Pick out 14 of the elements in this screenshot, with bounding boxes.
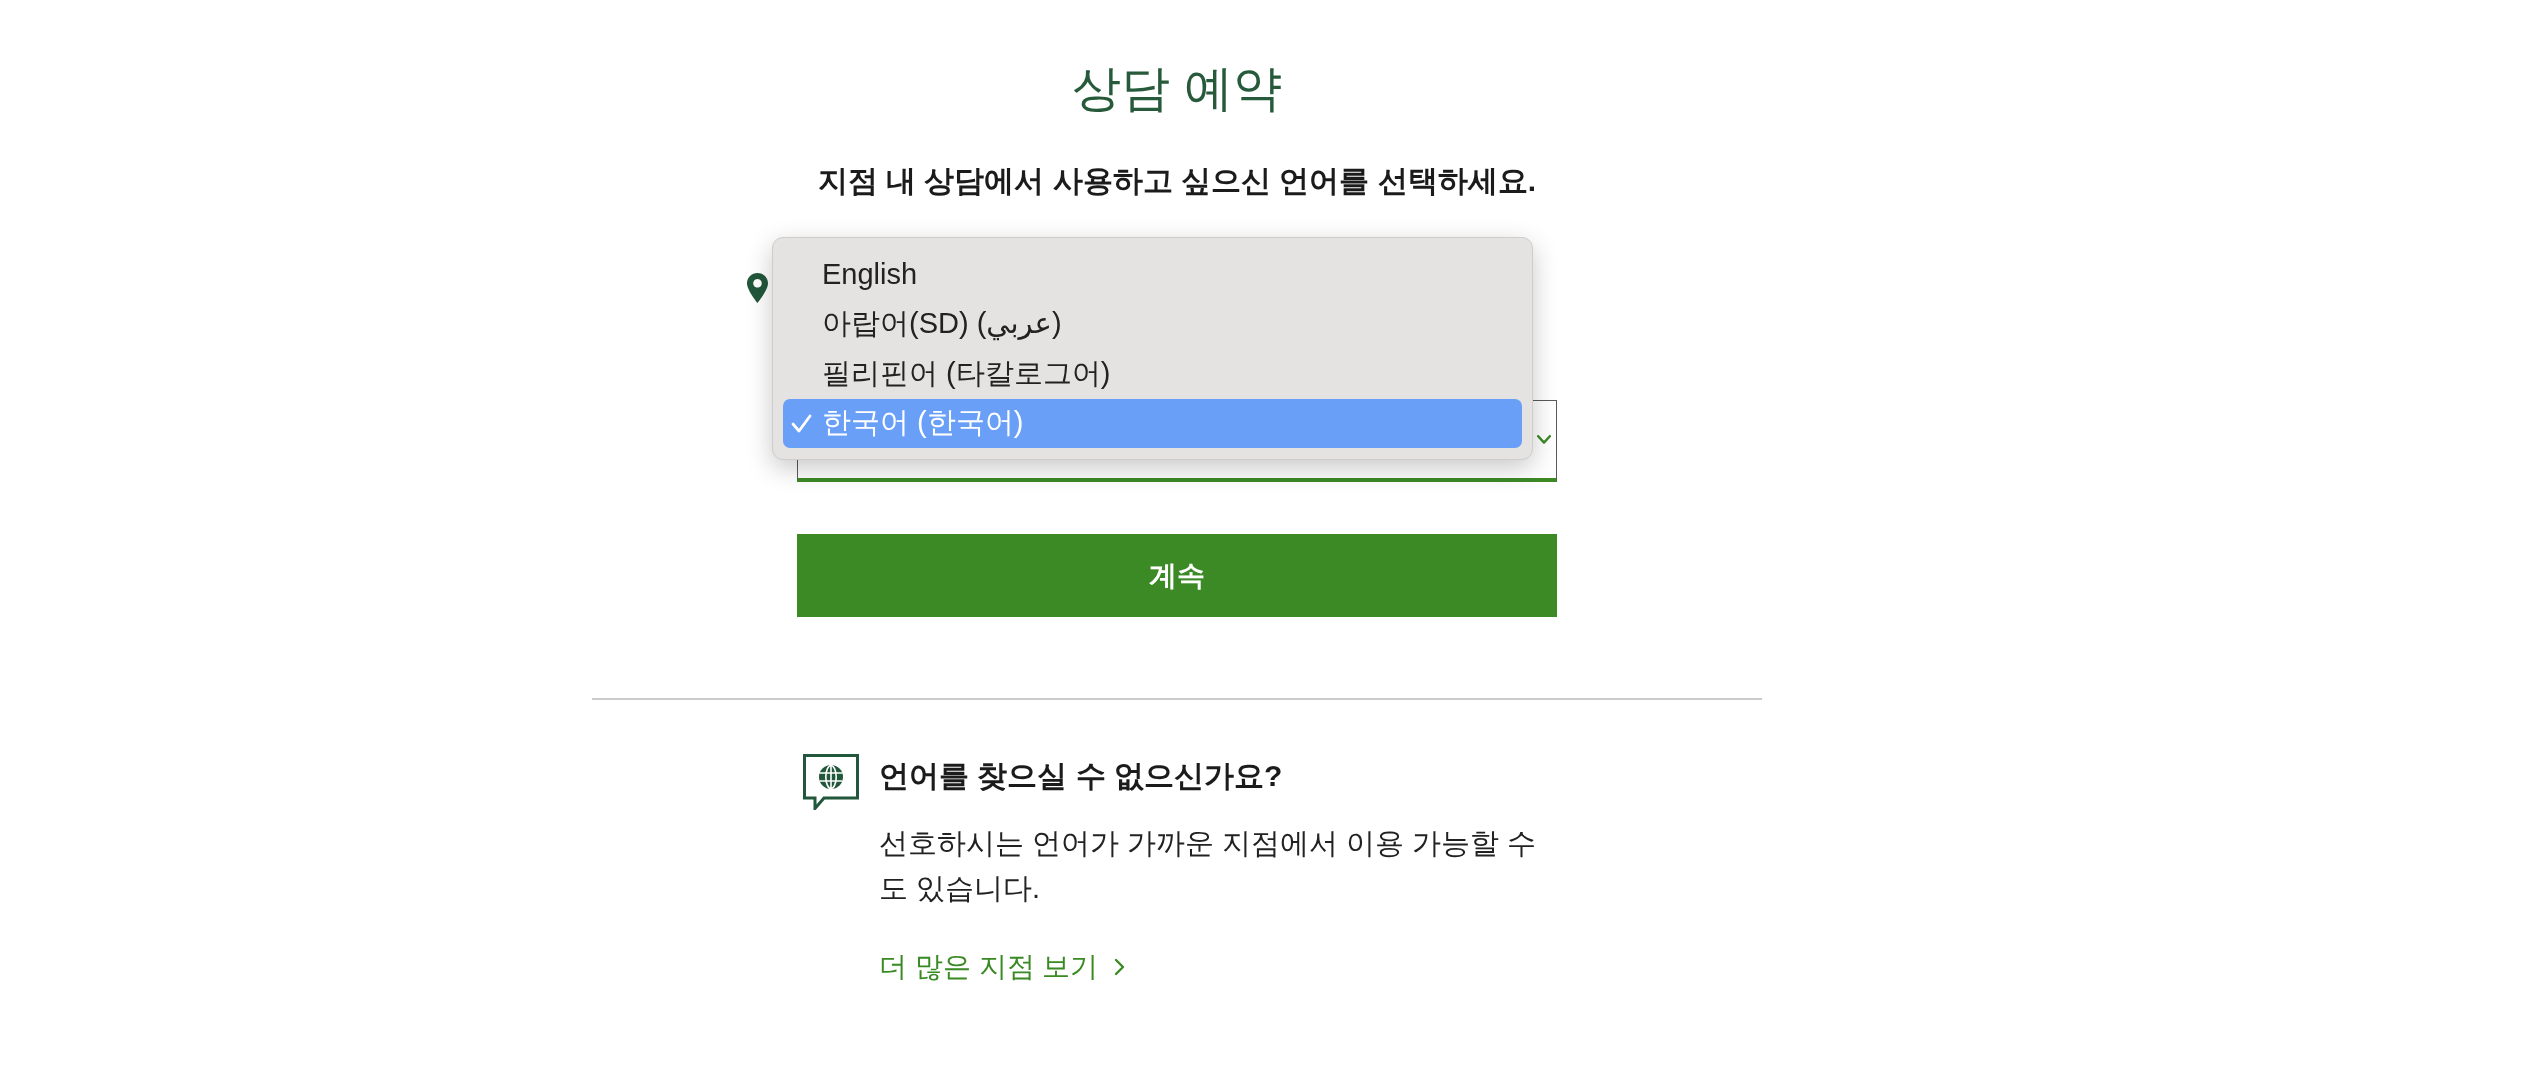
help-heading: 언어를 찾으실 수 없으신가요? [879,758,1284,794]
page-title: 상담 예약 [1072,60,1282,117]
language-option[interactable]: 필리핀어 (타칼로그어) [783,349,1522,399]
checkmark-icon [791,413,812,433]
globe-speech-bubble-icon [803,754,859,810]
page-subtitle: 지점 내 상담에서 사용하고 싶으신 언어를 선택하세요. [817,163,1537,199]
more-branches-link[interactable]: 더 많은 지점 보기 [879,947,1126,987]
help-text: 선호하시는 언어가 가까운 지점에서 이용 가능할 수 도 있습니다. [879,826,1538,906]
continue-button[interactable]: 계속 [797,534,1557,617]
caret-icon [1537,435,1551,444]
chevron-right-icon [1114,958,1126,976]
language-option[interactable]: English [783,250,1522,300]
location-pin-icon [747,273,768,303]
language-option[interactable]: 아랍어(SD) (عربي) [783,299,1522,349]
